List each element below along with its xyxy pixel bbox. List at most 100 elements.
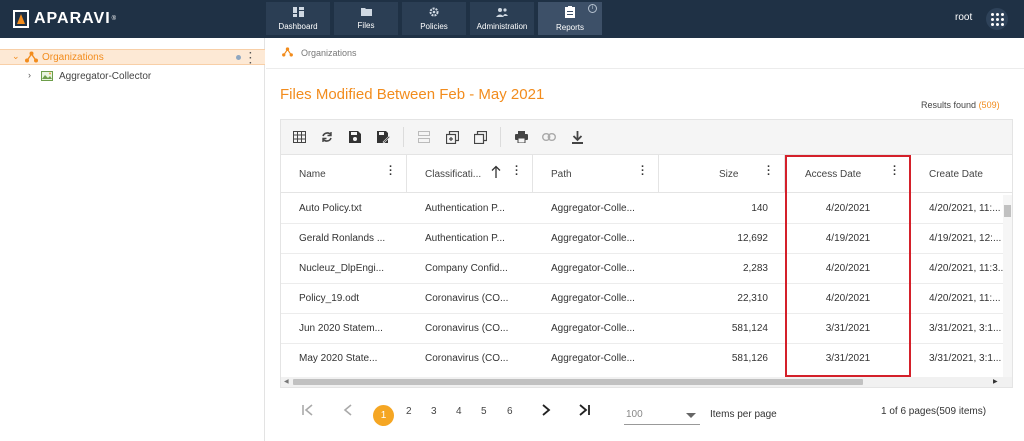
dashboard-icon [292, 6, 304, 19]
page-info: 1 of 6 pages(509 items) [881, 406, 987, 417]
scrollbar-thumb[interactable] [1004, 205, 1011, 217]
info-icon[interactable]: i [588, 4, 597, 13]
horizontal-scrollbar[interactable]: ◀ ▶ [281, 377, 1012, 387]
cell-classification: Company Confid... [425, 263, 508, 274]
cell-size: 581,126 [731, 353, 768, 364]
organization-icon [282, 47, 293, 59]
cell-path: Aggregator-Colle... [551, 323, 635, 334]
column-menu-icon[interactable]: · · · [641, 162, 645, 181]
previous-page-icon[interactable] [340, 402, 356, 423]
logo-registered-mark: ® [111, 16, 117, 22]
tab-administration[interactable]: Administration [470, 2, 534, 35]
vertical-scrollbar[interactable] [1003, 195, 1012, 377]
column-menu-icon[interactable]: · · · [767, 162, 771, 181]
column-header-create-date[interactable]: Create Date [911, 155, 1012, 193]
page-button[interactable]: 2 [406, 406, 412, 417]
scrollbar-thumb[interactable] [293, 379, 863, 385]
column-label: Classificati... [425, 169, 482, 180]
tab-files[interactable]: Files [334, 2, 398, 35]
tab-policies-label: Policies [420, 21, 448, 31]
cell-create-date: 3/31/2021, 3:1... [929, 323, 1002, 334]
print-icon[interactable] [513, 129, 529, 145]
first-page-icon[interactable] [300, 402, 316, 423]
link-icon[interactable] [541, 129, 557, 145]
apps-grid-icon[interactable] [986, 8, 1008, 30]
copy-icon[interactable] [472, 129, 488, 145]
cell-name: May 2020 State... [299, 353, 378, 364]
scroll-left-icon[interactable]: ◀ [284, 378, 289, 385]
save-icon[interactable] [347, 129, 363, 145]
access-date-highlight-box [785, 155, 911, 377]
top-bar: APARAVI ® Dashboard Files Policies Admin… [0, 0, 1024, 38]
more-options-icon[interactable]: · · · [249, 49, 252, 69]
report-toolbar [280, 119, 1013, 154]
page-button[interactable]: 5 [481, 406, 487, 417]
cell-path: Aggregator-Colle... [551, 233, 635, 244]
cell-name: Nucleuz_DlpEngi... [299, 263, 385, 274]
cell-create-date: 4/20/2021, 11:... [929, 203, 1001, 214]
last-page-icon[interactable] [576, 402, 592, 423]
sort-ascending-icon[interactable] [491, 165, 501, 181]
tree-item-aggregator-collector[interactable]: › Aggregator-Collector [0, 70, 265, 84]
column-header-name[interactable]: Name · · · [281, 155, 407, 193]
tab-policies[interactable]: Policies [402, 2, 466, 35]
cell-classification: Coronavirus (CO... [425, 353, 509, 364]
download-icon[interactable] [569, 129, 585, 145]
column-label: Size [719, 169, 739, 180]
page-title: Files Modified Between Feb - May 2021 [280, 86, 545, 103]
cell-create-date: 4/20/2021, 11:... [929, 293, 1001, 304]
cell-classification: Authentication P... [425, 203, 505, 214]
tab-administration-label: Administration [476, 21, 528, 31]
page-button[interactable]: 4 [456, 406, 462, 417]
results-found: Results found (509) [921, 100, 1000, 110]
chevron-right-icon[interactable]: › [28, 70, 31, 80]
column-header-classification[interactable]: Classificati... · · · [407, 155, 533, 193]
column-label: Path [551, 169, 572, 180]
chevron-down-icon[interactable]: ⌄ [12, 51, 20, 62]
tree-item-organizations[interactable]: ⌄ Organizations · · · [0, 49, 265, 69]
folder-icon [360, 7, 372, 18]
column-menu-icon[interactable]: · · · [515, 162, 519, 181]
page-button[interactable]: 3 [431, 406, 437, 417]
items-per-page-select[interactable]: 100 [624, 405, 700, 425]
cell-path: Aggregator-Colle... [551, 293, 635, 304]
gear-icon [429, 7, 439, 19]
organization-icon [25, 51, 38, 66]
divider [266, 68, 1024, 69]
cell-create-date: 4/20/2021, 11:3... [929, 263, 1003, 274]
aparavi-logo[interactable]: APARAVI ® [12, 8, 116, 30]
scroll-right-icon[interactable]: ▶ [993, 378, 998, 385]
status-dot [236, 55, 241, 60]
aggregator-icon [41, 71, 53, 81]
tab-reports-label: Reports [555, 22, 584, 32]
sidebar-tree: ⌄ Organizations · · · › Aggregator-Collect… [0, 38, 265, 441]
users-icon [496, 7, 508, 19]
tab-dashboard[interactable]: Dashboard [266, 2, 330, 35]
column-label: Name [299, 169, 326, 180]
column-menu-icon[interactable]: · · · [389, 162, 393, 181]
cell-name: Gerald Ronlands ... [299, 233, 386, 244]
cell-path: Aggregator-Colle... [551, 263, 635, 274]
results-label: Results found [921, 100, 977, 110]
column-header-size[interactable]: Size · · · [659, 155, 785, 193]
cell-classification: Authentication P... [425, 233, 505, 244]
user-name[interactable]: root [955, 12, 972, 23]
cell-path: Aggregator-Colle... [551, 203, 635, 214]
next-page-icon[interactable] [538, 402, 554, 423]
tab-dashboard-label: Dashboard [278, 21, 318, 31]
cell-create-date: 4/19/2021, 12:... [929, 233, 1002, 244]
refresh-icon[interactable] [319, 129, 335, 145]
breadcrumb-item[interactable]: Organizations [301, 48, 357, 58]
cell-size: 22,310 [737, 293, 768, 304]
save-as-icon[interactable] [375, 129, 391, 145]
page-button[interactable]: 6 [507, 406, 513, 417]
table-view-icon[interactable] [291, 129, 307, 145]
page-button-current[interactable]: 1 [373, 405, 394, 426]
items-per-page-label: Items per page [710, 409, 777, 420]
tab-files-label: Files [357, 21, 375, 30]
column-header-path[interactable]: Path · · · [533, 155, 659, 193]
items-per-page-value: 100 [626, 409, 643, 420]
toolbar-divider [403, 127, 404, 147]
split-icon[interactable] [416, 129, 432, 145]
add-column-icon[interactable] [444, 129, 460, 145]
